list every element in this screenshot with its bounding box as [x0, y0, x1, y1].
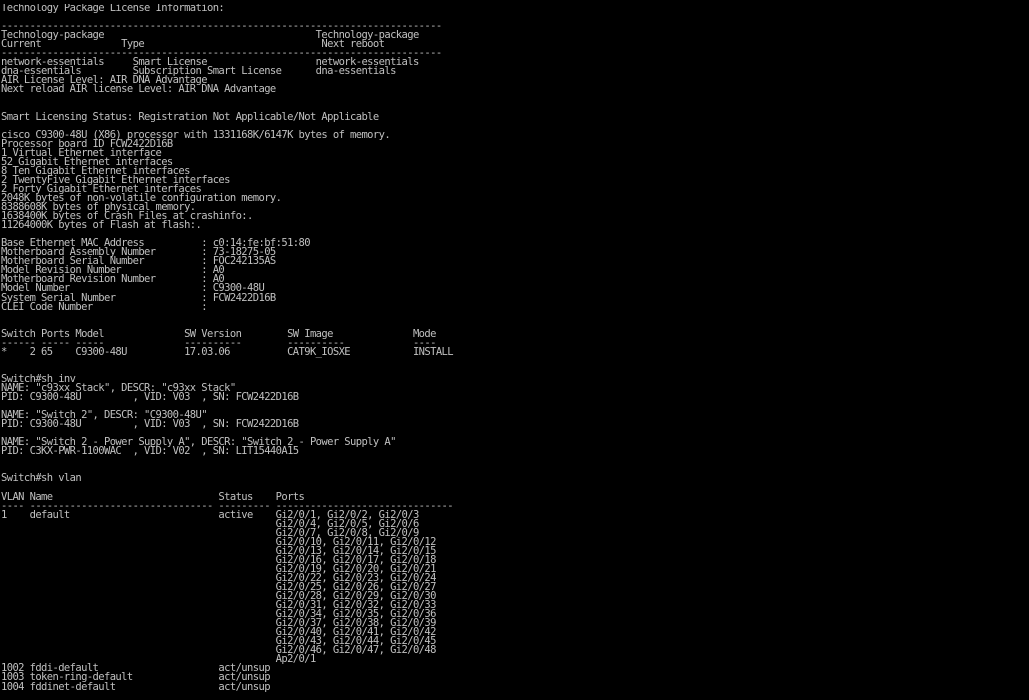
terminal-output[interactable]: Technology Package License Information: -… [1, 4, 1025, 700]
terminal-line: PID: C9300-48U , VID: V03 , SN: FCW2422D… [1, 391, 299, 404]
terminal-line: 11264000K bytes of Flash at flash:. [1, 219, 202, 232]
terminal-line: * 2 65 C9300-48U 17.03.06 CAT9K_IOSXE IN… [1, 345, 454, 358]
terminal-line: Next reload AIR license Level: AIR DNA A… [1, 83, 276, 96]
terminal-line: Smart Licensing Status: Registration Not… [1, 110, 379, 123]
terminal-line: CLEI Code Number : [1, 300, 208, 313]
terminal-line: PID: C3KX-PWR-1100WAC , VID: V02 , SN: L… [1, 445, 299, 458]
terminal-line: Switch#sh vlan [1, 472, 82, 485]
terminal-line: 1004 fddinet-default act/unsup [1, 680, 271, 693]
terminal-line: PID: C9300-48U , VID: V03 , SN: FCW2422D… [1, 418, 299, 431]
terminal-line: Technology Package License Information: [1, 4, 225, 14]
